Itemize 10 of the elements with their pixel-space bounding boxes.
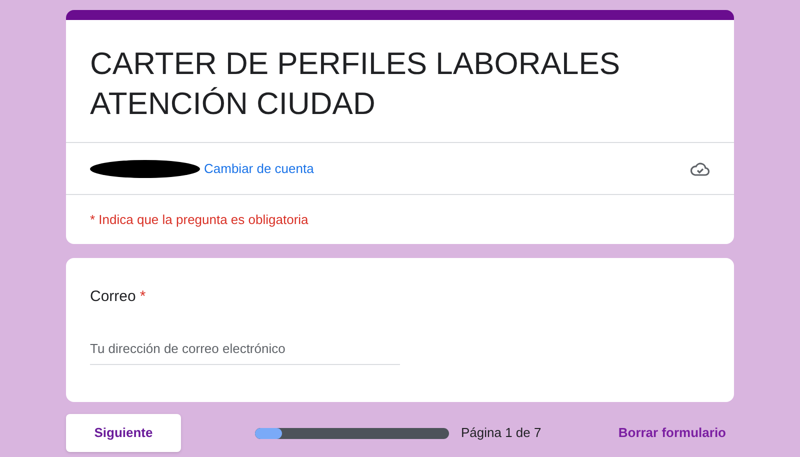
next-button[interactable]: Siguiente xyxy=(66,414,181,452)
email-field[interactable]: Tu dirección de correo electrónico xyxy=(90,338,400,365)
page-indicator: Página 1 de 7 xyxy=(461,424,542,442)
switch-account-link[interactable]: Cambiar de cuenta xyxy=(204,158,314,178)
clear-form-link[interactable]: Borrar formulario xyxy=(618,423,726,443)
question-label: Correo xyxy=(90,287,136,307)
required-mark: * xyxy=(140,287,146,307)
cloud-check-icon xyxy=(690,160,710,176)
form-title: CARTER DE PERFILES LABORALES ATENCIÓN CIUDAD xyxy=(90,45,622,123)
required-note: * Indica que la pregunta es obligatoria xyxy=(90,210,308,229)
